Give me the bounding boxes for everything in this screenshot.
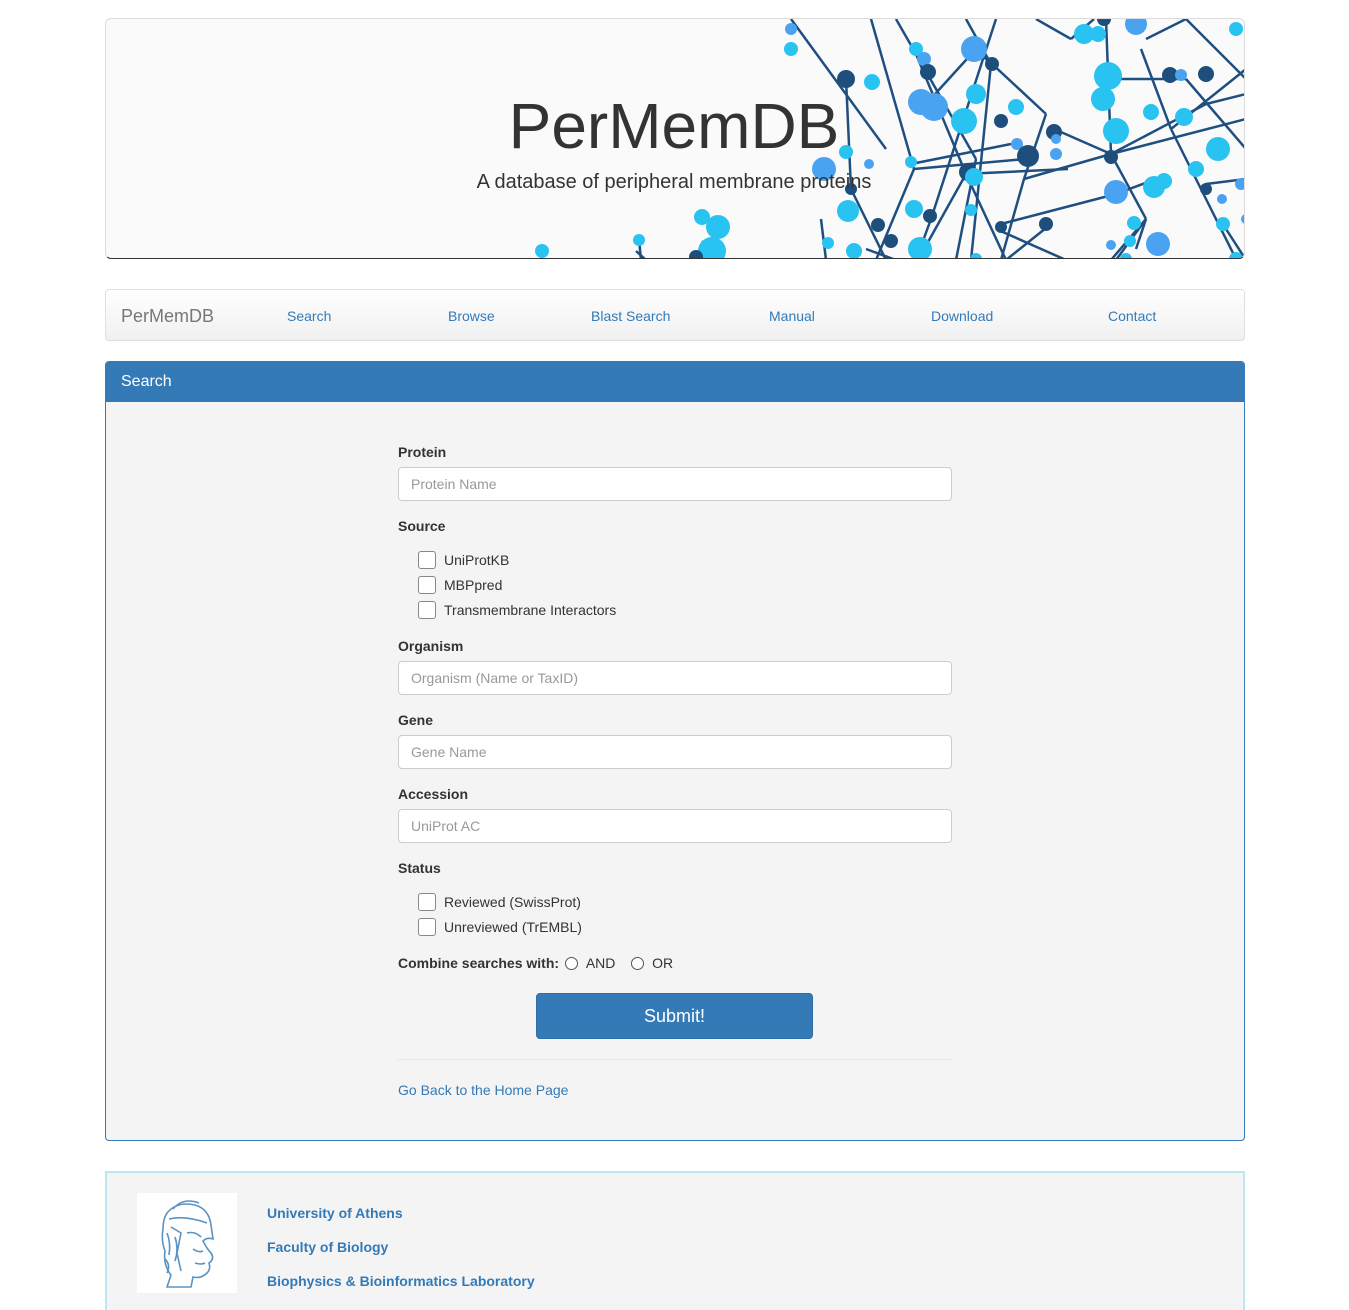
unreviewed-label: Unreviewed (TrEMBL) — [444, 919, 582, 935]
organism-label: Organism — [398, 638, 464, 654]
source-option-transmembrane-interactors[interactable]: Transmembrane Interactors — [418, 600, 616, 620]
university-logo — [137, 1193, 237, 1293]
transmembrane-interactors-label: Transmembrane Interactors — [444, 602, 617, 618]
accession-label: Accession — [398, 786, 469, 802]
protein-label: Protein — [398, 444, 447, 460]
source-option-mbppred[interactable]: MBPpred — [418, 575, 502, 595]
combine-label: Combine searches with: — [398, 955, 560, 971]
transmembrane-interactors-checkbox[interactable] — [418, 601, 436, 619]
reviewed-label: Reviewed (SwissProt) — [444, 894, 581, 910]
top-navbar: PerMemDB Search Browse Blast Search Manu… — [105, 289, 1245, 341]
or-label: OR — [652, 955, 674, 971]
form-divider — [398, 1059, 952, 1060]
and-label: AND — [585, 955, 616, 971]
nav-item-search[interactable]: Search — [287, 308, 331, 324]
gene-name-input[interactable] — [398, 735, 952, 769]
combine-row: Combine searches with: AND OR — [398, 955, 673, 971]
back-to-home-link[interactable]: Go Back to the Home Page — [398, 1082, 568, 1098]
status-option-unreviewed[interactable]: Unreviewed (TrEMBL) — [418, 917, 582, 937]
footer: University of Athens Faculty of Biology … — [105, 1171, 1245, 1310]
uniprot-ac-input[interactable] — [398, 809, 952, 843]
status-label: Status — [398, 860, 441, 876]
nav-item-browse[interactable]: Browse — [448, 308, 495, 324]
or-radio[interactable] — [631, 957, 645, 970]
nav-item-manual[interactable]: Manual — [769, 308, 815, 324]
and-radio[interactable] — [564, 957, 578, 970]
nav-item-download[interactable]: Download — [931, 308, 993, 324]
site-title: PerMemDB — [508, 90, 840, 162]
mbppred-checkbox[interactable] — [418, 576, 436, 594]
status-option-reviewed[interactable]: Reviewed (SwissProt) — [418, 892, 581, 912]
source-label: Source — [398, 518, 446, 534]
protein-name-input[interactable] — [398, 467, 952, 501]
navbar-brand[interactable]: PerMemDB — [121, 306, 214, 327]
uniprotkb-checkbox[interactable] — [418, 551, 436, 569]
reviewed-checkbox[interactable] — [418, 893, 436, 911]
nav-item-contact[interactable]: Contact — [1108, 308, 1156, 324]
unreviewed-checkbox[interactable] — [418, 918, 436, 936]
gene-label: Gene — [398, 712, 434, 728]
uniprotkb-label: UniProtKB — [444, 552, 510, 568]
footer-link-laboratory[interactable]: Biophysics & Bioinformatics Laboratory — [267, 1273, 535, 1289]
source-option-uniprotkb[interactable]: UniProtKB — [418, 550, 509, 570]
nav-item-blast-search[interactable]: Blast Search — [591, 308, 670, 324]
header-banner: PerMemDB A database of peripheral membra… — [105, 18, 1245, 259]
site-subtitle: A database of peripheral membrane protei… — [476, 171, 872, 193]
footer-link-university[interactable]: University of Athens — [267, 1205, 403, 1221]
organism-input[interactable] — [398, 661, 952, 695]
footer-link-faculty[interactable]: Faculty of Biology — [267, 1239, 388, 1255]
athena-head-icon — [161, 1200, 214, 1288]
submit-button[interactable]: Submit! — [536, 993, 813, 1039]
search-panel: Search Protein Source UniProtKB MBPpred … — [105, 361, 1245, 1141]
mbppred-label: MBPpred — [444, 577, 503, 593]
panel-heading: Search — [106, 362, 1244, 402]
